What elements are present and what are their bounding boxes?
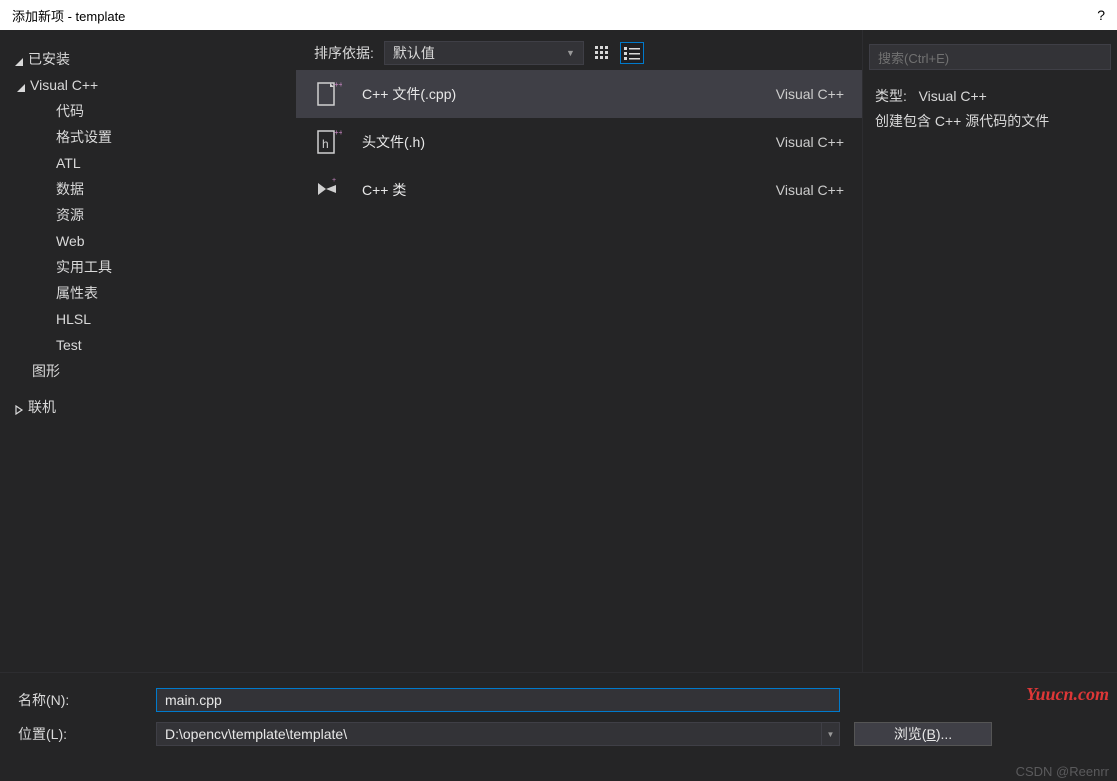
template-lang: Visual C++: [776, 182, 844, 198]
tree-item-visual-cpp[interactable]: Visual C++: [0, 72, 296, 98]
tree-item-property[interactable]: 属性表: [0, 280, 296, 306]
tree-item-code[interactable]: 代码: [0, 98, 296, 124]
chevron-down-icon: [16, 80, 26, 90]
help-icon[interactable]: ?: [1097, 7, 1105, 23]
sidebar: 已安装 Visual C++ 代码 格式设置 ATL 数据 资源 Web 实用工…: [0, 30, 296, 672]
template-item-cpp-class[interactable]: + C++ 类 Visual C++: [296, 166, 862, 214]
titlebar: 添加新项 - template ?: [0, 0, 1117, 30]
search-placeholder: 搜索(Ctrl+E): [878, 48, 949, 67]
template-name: C++ 文件(.cpp): [362, 84, 776, 104]
browse-label: 浏览(B)...: [894, 724, 952, 744]
template-name: 头文件(.h): [362, 132, 776, 152]
main-area: 已安装 Visual C++ 代码 格式设置 ATL 数据 资源 Web 实用工…: [0, 30, 1117, 672]
center-panel: 排序依据: 默认值 ▼ ++ C++ 文件(.cpp) Visual C++: [296, 30, 862, 672]
tree-label: Visual C++: [30, 77, 98, 93]
template-lang: Visual C++: [776, 134, 844, 150]
tree-item-installed[interactable]: 已安装: [0, 46, 296, 72]
tree-label: 资源: [56, 205, 84, 225]
tree-item-atl[interactable]: ATL: [0, 150, 296, 176]
template-lang: Visual C++: [776, 86, 844, 102]
sort-label: 排序依据:: [314, 43, 374, 63]
tree-label: 格式设置: [56, 127, 112, 147]
tree-item-online[interactable]: 联机: [0, 394, 296, 420]
template-name: C++ 类: [362, 180, 776, 200]
search-input[interactable]: 搜索(Ctrl+E): [869, 44, 1111, 70]
tree-label: 代码: [56, 101, 84, 121]
location-input[interactable]: D:\opencv\template\template\: [156, 722, 822, 746]
tree-item-hlsl[interactable]: HLSL: [0, 306, 296, 332]
tree-item-web[interactable]: Web: [0, 228, 296, 254]
cpp-class-icon: +: [310, 173, 344, 207]
name-input[interactable]: [156, 688, 840, 712]
type-label: 类型:: [875, 88, 907, 104]
tree-item-resource[interactable]: 资源: [0, 202, 296, 228]
view-grid-button[interactable]: [590, 42, 614, 64]
tree-label: 图形: [32, 361, 60, 381]
template-item-cpp-file[interactable]: ++ C++ 文件(.cpp) Visual C++: [296, 70, 862, 118]
cpp-file-icon: ++: [310, 77, 344, 111]
chevron-down-icon: [14, 54, 24, 64]
tree-item-utility[interactable]: 实用工具: [0, 254, 296, 280]
sort-select[interactable]: 默认值 ▼: [384, 41, 584, 65]
view-list-button[interactable]: [620, 42, 644, 64]
window-title: 添加新项 - template: [12, 6, 125, 25]
name-label: 名称(N):: [18, 690, 156, 710]
svg-text:h: h: [322, 137, 329, 151]
svg-text:++: ++: [334, 128, 342, 137]
tree-item-graphics[interactable]: 图形: [0, 358, 296, 384]
tree-label: 已安装: [28, 49, 70, 69]
location-dropdown[interactable]: ▼: [822, 722, 840, 746]
svg-text:++: ++: [334, 80, 342, 89]
description: 创建包含 C++ 源代码的文件: [875, 109, 1105, 134]
tree-label: 联机: [28, 397, 56, 417]
right-panel: 搜索(Ctrl+E) 类型: Visual C++ 创建包含 C++ 源代码的文…: [862, 30, 1117, 672]
tree-item-format[interactable]: 格式设置: [0, 124, 296, 150]
tree-label: ATL: [56, 155, 81, 171]
template-list: ++ C++ 文件(.cpp) Visual C++ h ++ 头文件(.h) V…: [296, 70, 862, 672]
toolbar: 排序依据: 默认值 ▼: [296, 30, 862, 70]
bottom-form: 名称(N): 位置(L): D:\opencv\template\templat…: [0, 672, 1117, 781]
type-value: Visual C++: [919, 88, 987, 104]
svg-text:+: +: [332, 177, 336, 184]
tree-label: Web: [56, 233, 85, 249]
tree-item-test[interactable]: Test: [0, 332, 296, 358]
chevron-right-icon: [14, 402, 24, 412]
sort-value: 默认值: [393, 43, 435, 63]
location-label: 位置(L):: [18, 724, 156, 744]
tree-label: Test: [56, 337, 82, 353]
h-file-icon: h ++: [310, 125, 344, 159]
tree-label: HLSL: [56, 311, 91, 327]
browse-button[interactable]: 浏览(B)...: [854, 722, 992, 746]
tree-item-data[interactable]: 数据: [0, 176, 296, 202]
tree-label: 实用工具: [56, 257, 112, 277]
template-item-h-file[interactable]: h ++ 头文件(.h) Visual C++: [296, 118, 862, 166]
chevron-down-icon: ▼: [566, 48, 575, 58]
tree-label: 数据: [56, 179, 84, 199]
info-area: 类型: Visual C++ 创建包含 C++ 源代码的文件: [863, 84, 1117, 134]
tree-label: 属性表: [56, 283, 98, 303]
